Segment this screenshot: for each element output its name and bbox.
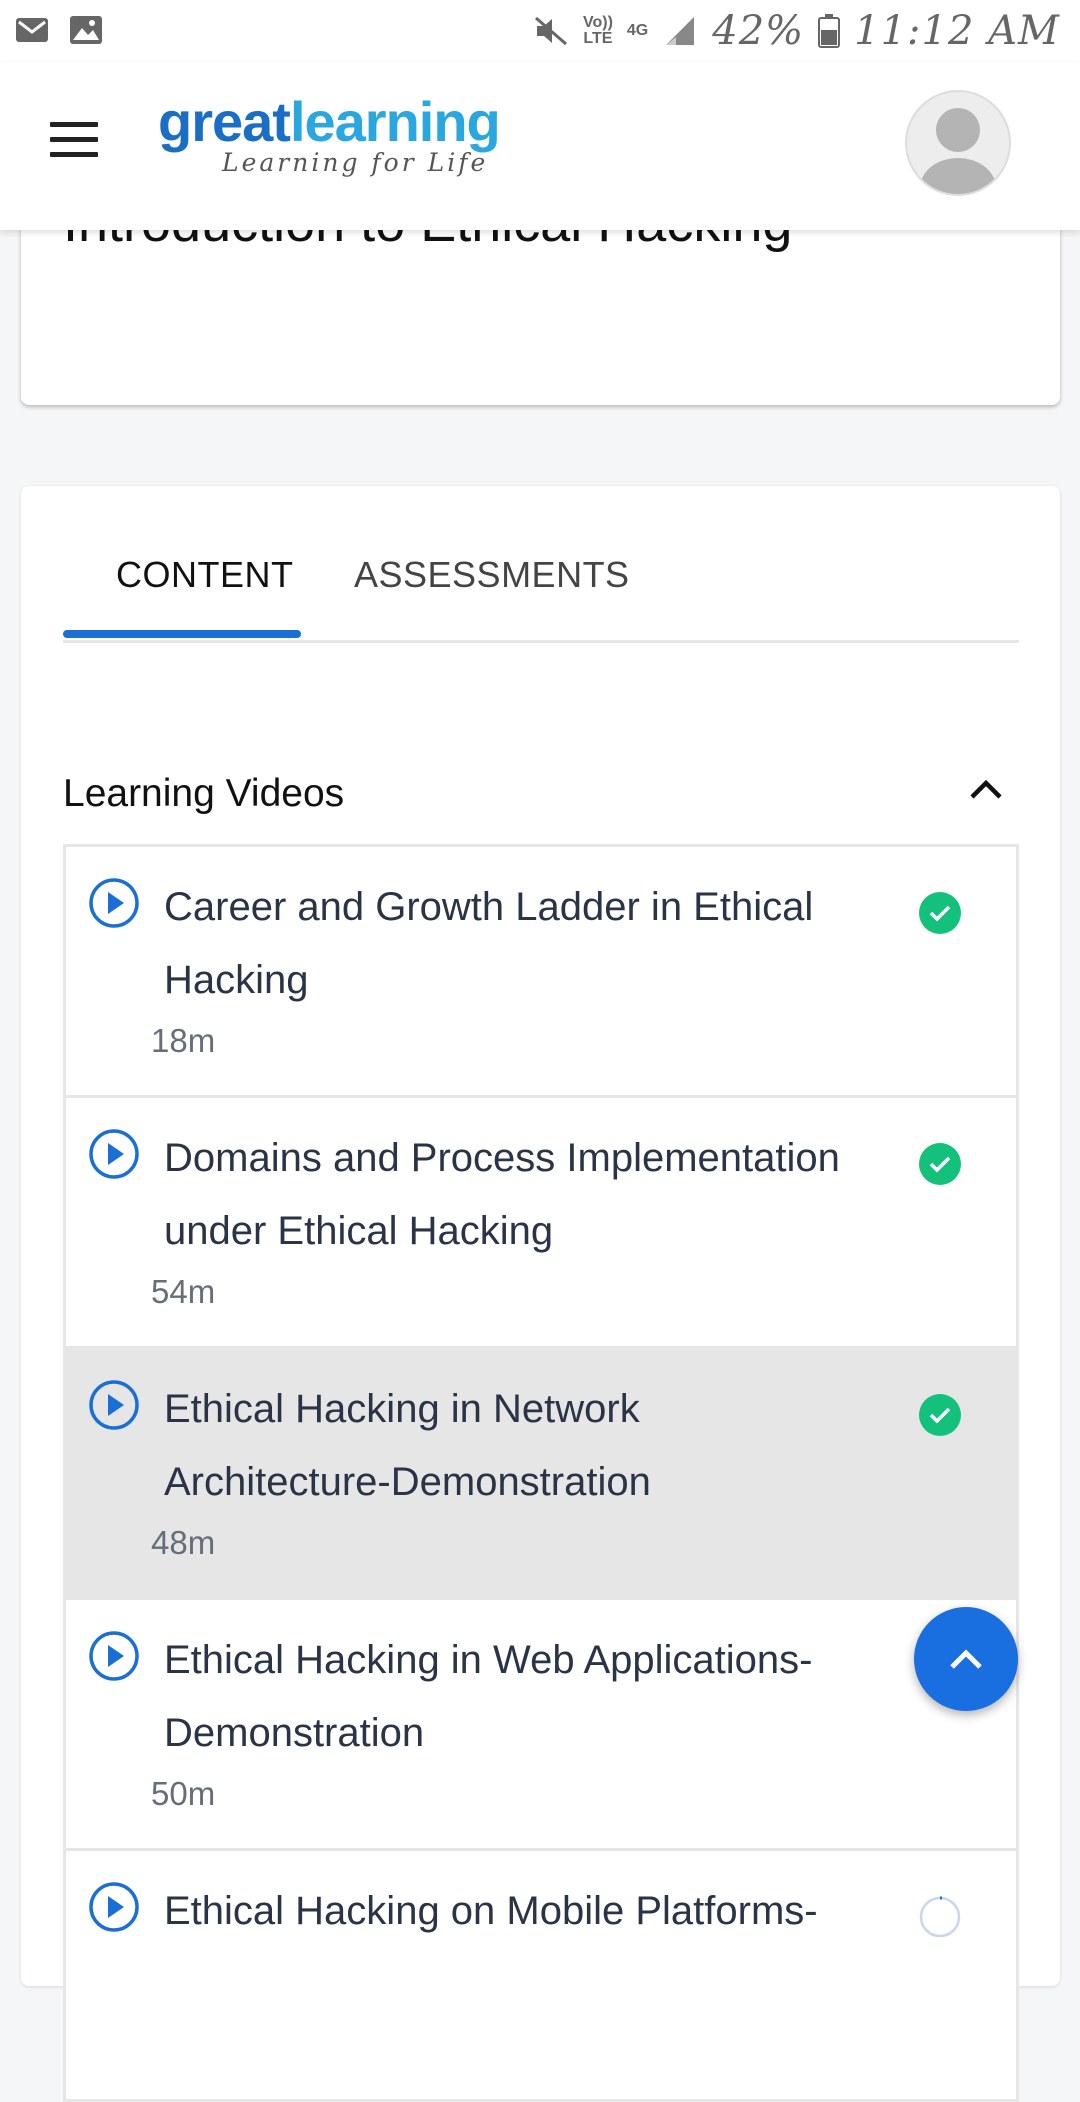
image-icon: [70, 16, 102, 44]
video-duration: 18m: [151, 1022, 216, 1059]
check-circle-icon: [919, 892, 961, 934]
video-duration: 48m: [151, 1524, 216, 1561]
signal-icon: [666, 17, 695, 45]
video-title[interactable]: Ethical Hacking on Mobile Platforms-: [164, 1875, 864, 1948]
avatar-icon[interactable]: [905, 90, 1011, 196]
logo[interactable]: greatlearning Learning for Life: [158, 90, 501, 178]
menu-icon[interactable]: [50, 122, 98, 158]
logo-tagline: Learning for Life: [222, 148, 489, 177]
check-circle-icon: [919, 1143, 961, 1185]
play-icon[interactable]: [88, 1379, 140, 1431]
tab-content[interactable]: CONTENT: [116, 554, 294, 596]
tab-assessments[interactable]: ASSESSMENTS: [354, 554, 630, 596]
mail-icon: [16, 18, 48, 42]
video-title[interactable]: Ethical Hacking in Web Applications-Demo…: [164, 1624, 864, 1770]
video-list: Career and Growth Ladder in Ethical Hack…: [63, 844, 1019, 2102]
video-duration: 54m: [151, 1273, 216, 1310]
volte-indicator: Vo)) LTE: [582, 14, 613, 47]
content-card: CONTENT ASSESSMENTS Learning Videos Care…: [21, 486, 1060, 2102]
battery-icon: [818, 14, 841, 48]
video-item[interactable]: Ethical Hacking on Mobile Platforms-: [66, 1851, 1016, 2102]
logo-text-learning: learning: [289, 90, 501, 153]
section-title: Learning Videos: [63, 772, 345, 815]
status-bar: Vo)) LTE 4G 42% 11:12 AM: [0, 0, 1080, 62]
video-title[interactable]: Ethical Hacking in Network Architecture-…: [164, 1373, 864, 1519]
logo-text-great: great: [158, 90, 291, 153]
active-tab-indicator: [63, 630, 301, 638]
video-duration: 50m: [151, 1775, 216, 1812]
tab-bar: CONTENT ASSESSMENTS: [63, 554, 1019, 643]
video-item[interactable]: Ethical Hacking in Web Applications-Demo…: [66, 1600, 1016, 1851]
video-item-active[interactable]: Ethical Hacking in Network Architecture-…: [66, 1349, 1016, 1600]
chevron-up-icon[interactable]: [967, 776, 1005, 802]
progress-circle-icon: [919, 1896, 961, 1938]
play-icon[interactable]: [88, 1881, 140, 1933]
network-type: 4G: [626, 22, 649, 39]
video-item[interactable]: Domains and Process Implementation under…: [66, 1098, 1016, 1349]
scroll-to-top-button[interactable]: [914, 1607, 1018, 1711]
play-icon[interactable]: [88, 877, 140, 929]
video-item[interactable]: Career and Growth Ladder in Ethical Hack…: [66, 847, 1016, 1098]
battery-percent: 42%: [712, 8, 805, 54]
chevron-up-icon: [950, 1649, 982, 1669]
mute-icon: [535, 16, 567, 46]
video-title[interactable]: Domains and Process Implementation under…: [164, 1122, 864, 1268]
clock: 11:12 AM: [854, 8, 1060, 54]
app-header: greatlearning Learning for Life: [0, 62, 1080, 230]
video-title[interactable]: Career and Growth Ladder in Ethical Hack…: [164, 871, 864, 1017]
check-circle-icon: [919, 1394, 961, 1436]
play-icon[interactable]: [88, 1630, 140, 1682]
play-icon[interactable]: [88, 1128, 140, 1180]
